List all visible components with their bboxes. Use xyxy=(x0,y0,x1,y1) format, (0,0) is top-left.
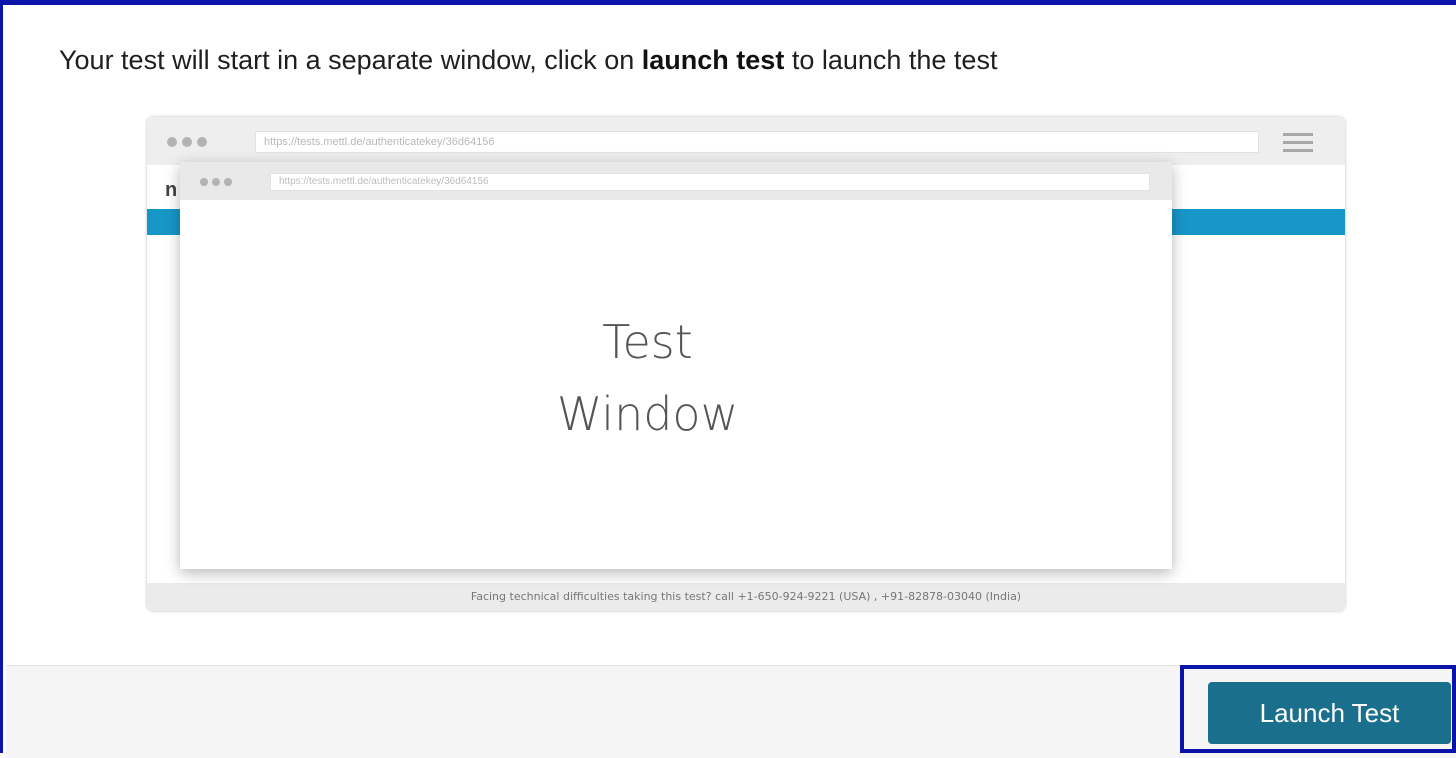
inner-address-bar: https://tests.mettl.de/authenticatekey/3… xyxy=(270,173,1150,191)
instruction-suffix: to launch the test xyxy=(784,45,998,75)
window-controls-icon xyxy=(200,178,232,186)
launch-test-button[interactable]: Launch Test xyxy=(1208,682,1451,744)
dot-icon xyxy=(182,137,192,147)
outer-address-bar: https://tests.mettl.de/authenticatekey/3… xyxy=(255,131,1259,153)
outer-page-partial-text: n xyxy=(165,179,178,201)
instruction-prefix: Your test will start in a separate windo… xyxy=(59,45,642,75)
instruction-emphasis: launch test xyxy=(641,45,785,75)
instruction-text: Your test will start in a separate windo… xyxy=(59,45,997,76)
dot-icon xyxy=(212,178,220,186)
dot-icon xyxy=(224,178,232,186)
test-window-illustration: https://tests.mettl.de/authenticatekey/3… xyxy=(180,162,1172,569)
dot-icon xyxy=(200,178,208,186)
test-window-label-line2: Window xyxy=(556,387,739,441)
support-footer-text: Facing technical difficulties taking thi… xyxy=(147,583,1345,611)
outer-browser-toolbar: https://tests.mettl.de/authenticatekey/3… xyxy=(147,117,1345,165)
test-window-label-line1: Test xyxy=(602,315,693,369)
dialog-frame: Your test will start in a separate windo… xyxy=(0,0,1456,758)
hamburger-menu-icon xyxy=(1283,133,1313,153)
dot-icon xyxy=(197,137,207,147)
dot-icon xyxy=(167,137,177,147)
window-controls-icon xyxy=(167,137,207,147)
test-window-label: Test Window xyxy=(180,306,1115,450)
inner-browser-toolbar: https://tests.mettl.de/authenticatekey/3… xyxy=(180,162,1172,200)
